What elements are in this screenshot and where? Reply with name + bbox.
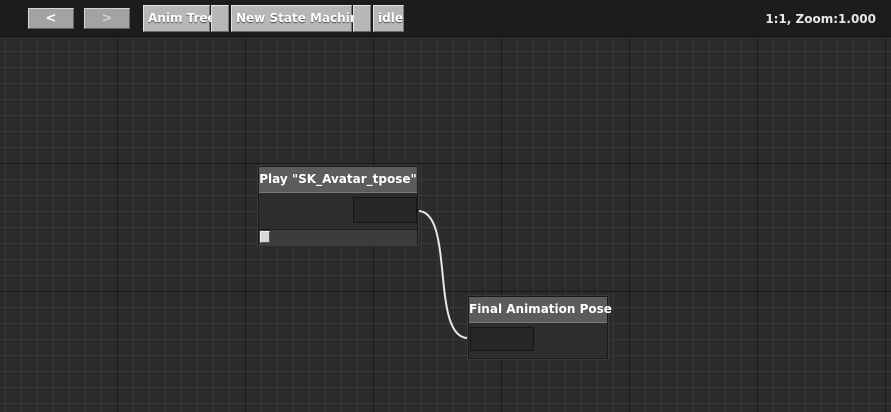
input-pin[interactable] <box>260 231 270 243</box>
breadcrumb-anim-tree[interactable]: Anim Tree <box>143 5 216 32</box>
node-title: Play "SK_Avatar_tpose" <box>259 167 417 193</box>
zoom-readout: 1:1, Zoom:1.000 <box>765 12 876 26</box>
breadcrumb-separator <box>353 5 371 32</box>
play-animation-node[interactable]: Play "SK_Avatar_tpose" <box>258 166 418 246</box>
breadcrumb-toolbar: < > Anim Tree New State Machine idle 1:1… <box>0 0 891 37</box>
final-animation-pose-node[interactable]: Final Animation Pose <box>468 296 612 359</box>
forward-button[interactable]: > <box>84 8 130 29</box>
back-button[interactable]: < <box>28 8 74 29</box>
output-pose-pin[interactable] <box>353 197 417 223</box>
breadcrumb-state-machine[interactable]: New State Machine <box>231 5 366 32</box>
node-footer <box>259 229 417 246</box>
input-pose-pin[interactable] <box>470 327 534 351</box>
node-title: Final Animation Pose <box>469 297 612 323</box>
graph-canvas[interactable] <box>0 37 891 412</box>
breadcrumb-idle[interactable]: idle <box>373 5 404 32</box>
breadcrumb-separator <box>211 5 229 32</box>
